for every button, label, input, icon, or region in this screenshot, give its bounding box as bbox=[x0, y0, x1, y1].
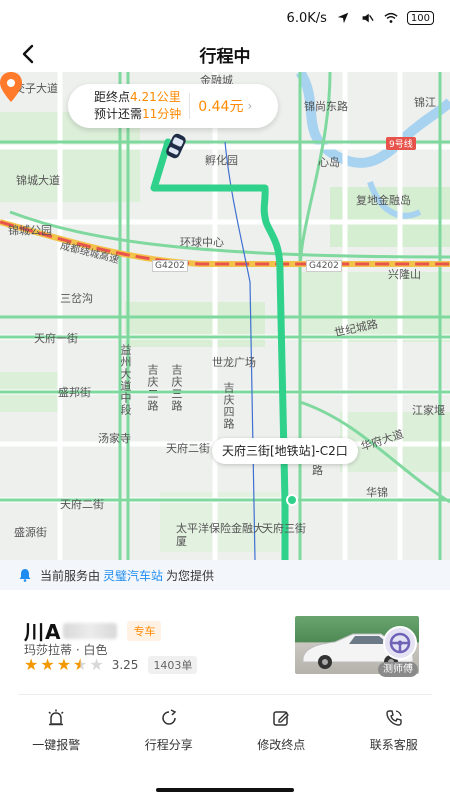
trip-eta-text: 距终点4.21公里 预计还需11分钟 bbox=[94, 90, 182, 121]
divider bbox=[189, 93, 191, 119]
star-icon: ★ bbox=[40, 655, 55, 674]
action-label: 行程分享 bbox=[144, 738, 193, 752]
map-label: 吉庆三路 bbox=[170, 364, 183, 412]
map-label: 汤家寺 bbox=[98, 432, 131, 445]
map-label: 锦尚东路 bbox=[304, 100, 348, 113]
phone-icon bbox=[386, 710, 402, 726]
destination-label: 天府三街[地铁站]-C2口 bbox=[212, 438, 358, 464]
divider bbox=[18, 694, 432, 695]
map-label: 路 bbox=[312, 464, 323, 477]
map-view[interactable]: 交子大道 金融城 锦尚东路 锦江 9号线 锦城大道 孵化园 心岛 复地金融岛 锦… bbox=[0, 72, 450, 560]
driver-name: 测师傅 bbox=[378, 662, 418, 677]
star-icon: ★ bbox=[24, 655, 39, 674]
service-notice: 当前服务由 灵璧汽车站 为您提供 bbox=[0, 560, 450, 590]
status-bar: 6.0K/s 100 bbox=[0, 0, 450, 36]
rating-score: 3.25 bbox=[111, 658, 139, 672]
map-label: 复地金融岛 bbox=[356, 194, 411, 207]
driver-card: 川A 专车 玛莎拉蒂 · 白色 ★ ★ ★ ★ ★ 3.25 1403单 测师傅 bbox=[0, 596, 450, 692]
alarm-icon bbox=[48, 709, 64, 726]
action-label: 联系客服 bbox=[369, 738, 418, 752]
network-speed: 6.0K/s bbox=[286, 10, 327, 26]
steering-wheel-icon bbox=[389, 632, 411, 654]
star-empty-icon: ★ bbox=[89, 655, 104, 674]
change-destination-button[interactable]: 修改终点 bbox=[225, 705, 338, 765]
map-label: 天府二街 bbox=[166, 442, 210, 455]
wifi-icon bbox=[384, 12, 398, 23]
remaining-time: 11分钟 bbox=[142, 107, 182, 121]
map-label: 吉庆四路 bbox=[222, 382, 235, 430]
map-label: 天府三街 bbox=[262, 522, 306, 535]
title-bar: 行程中 bbox=[0, 36, 450, 72]
map-label: 天府二街 bbox=[60, 498, 104, 511]
map-label: 锦江 bbox=[414, 96, 436, 109]
map-label: G4202 bbox=[306, 260, 342, 272]
map-label: 锦城公园 bbox=[8, 224, 52, 237]
back-button[interactable] bbox=[12, 38, 44, 70]
map-label: 世龙广场 bbox=[212, 356, 256, 369]
map-label: 心岛 bbox=[318, 156, 340, 169]
chevron-left-icon bbox=[22, 44, 34, 64]
map-label: 益州大道中段 bbox=[119, 344, 132, 416]
driver-avatar[interactable] bbox=[383, 626, 417, 660]
map-label: 盛源街 bbox=[14, 526, 47, 539]
map-label: 天府一街 bbox=[34, 332, 78, 345]
map-label: 三岔沟 bbox=[60, 292, 93, 305]
battery-icon: 100 bbox=[406, 11, 434, 25]
star-icon: ★ bbox=[56, 655, 72, 674]
chevron-right-icon: › bbox=[247, 99, 253, 113]
order-count: 1403单 bbox=[148, 656, 198, 674]
plate-masked bbox=[63, 622, 118, 639]
map-label: 吉庆二路 bbox=[146, 364, 159, 412]
map-label: 江家堰 bbox=[412, 404, 445, 417]
destination-pin-icon bbox=[0, 72, 22, 102]
map-label: G4202 bbox=[152, 260, 188, 272]
map-label: 兴隆山 bbox=[388, 268, 421, 281]
emergency-alarm-button[interactable]: 一键报警 bbox=[0, 705, 113, 765]
map-label: 9号线 bbox=[386, 137, 416, 150]
action-bar: 一键报警 行程分享 修改终点 联系客服 bbox=[0, 705, 450, 765]
location-arrow-icon bbox=[337, 12, 349, 24]
star-half-icon: ★ bbox=[73, 655, 88, 674]
fare-amount: 0.44元 bbox=[198, 99, 244, 115]
home-indicator[interactable] bbox=[156, 788, 294, 792]
map-label: 华锦 bbox=[366, 486, 388, 499]
map-label: 太平洋保险金融大厦 bbox=[176, 522, 264, 548]
remaining-distance: 4.21公里 bbox=[130, 90, 181, 104]
bell-icon bbox=[19, 569, 31, 582]
contact-support-button[interactable]: 联系客服 bbox=[338, 705, 450, 765]
service-tag: 专车 bbox=[127, 620, 162, 641]
rating-row: ★ ★ ★ ★ ★ 3.25 1403单 bbox=[24, 655, 198, 674]
map-label: 环球中心 bbox=[180, 236, 224, 249]
map-label: 孵化园 bbox=[205, 154, 238, 167]
mute-icon bbox=[362, 13, 374, 23]
share-icon bbox=[162, 709, 177, 725]
action-label: 修改终点 bbox=[257, 738, 306, 752]
map-label: 锦城大道 bbox=[16, 174, 60, 187]
edit-icon bbox=[273, 711, 290, 726]
map-label: 盛邦街 bbox=[58, 386, 91, 399]
service-company-link[interactable]: 灵璧汽车站 bbox=[103, 567, 163, 584]
trip-info-card[interactable]: 距终点4.21公里 预计还需11分钟 0.44元 › bbox=[68, 84, 278, 128]
action-label: 一键报警 bbox=[32, 738, 81, 752]
page-title: 行程中 bbox=[199, 46, 251, 67]
share-trip-button[interactable]: 行程分享 bbox=[113, 705, 226, 765]
